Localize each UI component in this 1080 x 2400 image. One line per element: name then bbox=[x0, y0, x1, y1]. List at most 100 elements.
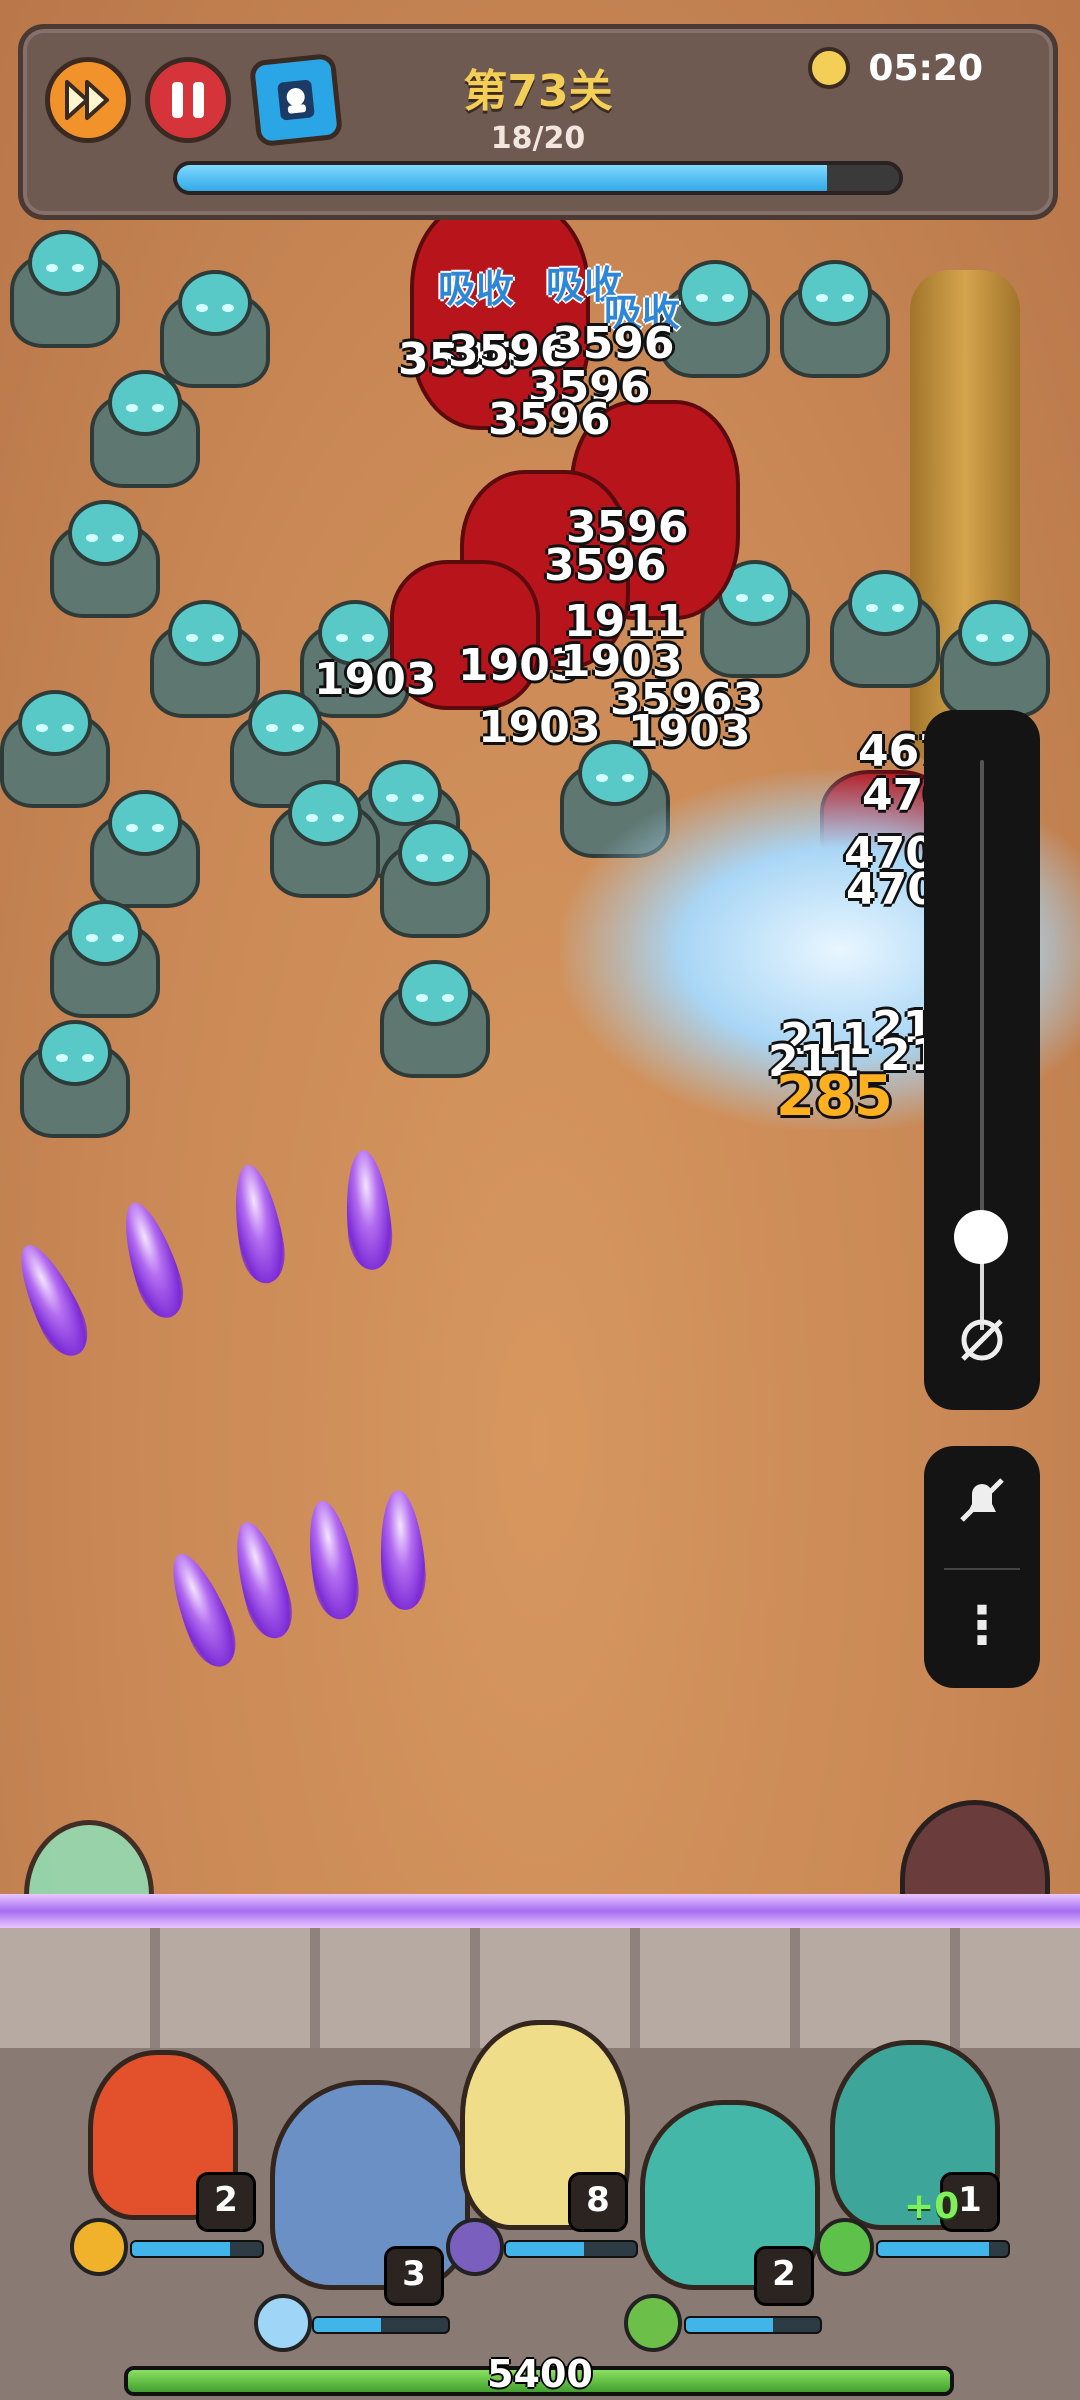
golem-head bbox=[848, 570, 922, 636]
golem-eye bbox=[416, 994, 428, 1002]
hero-hp-fill bbox=[132, 2242, 230, 2256]
golem-head bbox=[248, 690, 322, 756]
golem-eye bbox=[62, 724, 74, 732]
stone-golem-enemy bbox=[380, 960, 490, 1080]
purple-magic-flame bbox=[375, 1488, 429, 1612]
brightness-slider-track[interactable] bbox=[980, 760, 984, 1280]
stone-golem-enemy bbox=[940, 600, 1050, 720]
golem-eye bbox=[866, 604, 878, 612]
hero-level-badge: 2 bbox=[754, 2246, 814, 2306]
golem-eye bbox=[56, 1054, 68, 1062]
damage-number: 3596 bbox=[544, 540, 667, 591]
golem-head bbox=[168, 600, 242, 666]
golem-eye bbox=[152, 824, 164, 832]
golem-eye bbox=[412, 794, 424, 802]
timer: 05:20 bbox=[808, 47, 983, 89]
golem-head bbox=[38, 1020, 112, 1086]
golem-eye bbox=[736, 594, 748, 602]
golem-eye bbox=[362, 634, 374, 642]
hero-hp-bar bbox=[312, 2316, 450, 2334]
golem-head bbox=[28, 230, 102, 296]
hero-level-badge: 8 bbox=[568, 2172, 628, 2232]
panel-divider bbox=[944, 1568, 1020, 1570]
bell-off-icon[interactable] bbox=[952, 1472, 1012, 1532]
golem-eye bbox=[842, 294, 854, 302]
clock-icon bbox=[808, 47, 851, 89]
brightness-slider-knob[interactable] bbox=[954, 1210, 1008, 1264]
stone-golem-enemy bbox=[270, 780, 380, 900]
critical-damage-number: 285 bbox=[776, 1064, 893, 1129]
brightness-panel bbox=[924, 710, 1040, 1410]
golem-eye bbox=[82, 1054, 94, 1062]
damage-number: 1903 bbox=[314, 654, 437, 705]
golem-eye bbox=[212, 634, 224, 642]
golem-head bbox=[288, 780, 362, 846]
wave-progress-text: 18/20 bbox=[490, 121, 586, 156]
golem-eye bbox=[976, 634, 988, 642]
golem-eye bbox=[722, 294, 734, 302]
damage-number: 1903 bbox=[628, 706, 751, 757]
stone-golem-enemy bbox=[50, 900, 160, 1020]
golem-eye bbox=[112, 534, 124, 542]
hero-hp-bar bbox=[684, 2316, 822, 2334]
purple-magic-flame bbox=[6, 1236, 98, 1364]
golem-head bbox=[398, 820, 472, 886]
hero-hp-fill bbox=[878, 2242, 989, 2256]
battle-arena: 吸收 吸收 吸收 3596 3596 3596 3596 3596 3596 3… bbox=[0, 0, 1080, 2400]
purple-magic-flame bbox=[340, 1148, 396, 1272]
golem-eye bbox=[266, 724, 278, 732]
purple-magic-flame bbox=[224, 1516, 300, 1644]
wave-progress-bar bbox=[173, 161, 903, 195]
golem-eye bbox=[442, 994, 454, 1002]
magic-barrier bbox=[0, 1894, 1080, 1928]
golem-eye bbox=[306, 814, 318, 822]
golem-eye bbox=[36, 724, 48, 732]
golem-eye bbox=[416, 854, 428, 862]
base-hp-value: 5400 bbox=[487, 2352, 593, 2396]
eye-off-icon[interactable] bbox=[952, 1310, 1012, 1370]
golem-eye bbox=[126, 824, 138, 832]
golem-eye bbox=[292, 724, 304, 732]
golem-eye bbox=[72, 264, 84, 272]
golem-eye bbox=[86, 934, 98, 942]
purple-magic-flame bbox=[159, 1546, 245, 1674]
golem-eye bbox=[86, 534, 98, 542]
purple-magic-flame bbox=[299, 1497, 365, 1623]
damage-number: 3596 bbox=[488, 394, 611, 445]
stone-golem-enemy bbox=[90, 790, 200, 910]
golem-head bbox=[798, 260, 872, 326]
hero-gain-text: +0 bbox=[904, 2186, 960, 2227]
horn-icon bbox=[446, 2218, 504, 2276]
golem-eye bbox=[186, 634, 198, 642]
damage-number: 1903 bbox=[478, 702, 601, 753]
golem-head bbox=[958, 600, 1032, 666]
hero-hp-bar bbox=[876, 2240, 1010, 2258]
hero-hp-bar bbox=[130, 2240, 264, 2258]
golem-head bbox=[108, 790, 182, 856]
ice-crystal-icon bbox=[254, 2294, 312, 2352]
golem-head bbox=[178, 270, 252, 336]
absorb-label: 吸收 bbox=[438, 267, 515, 311]
timer-text: 05:20 bbox=[868, 47, 983, 89]
golem-eye bbox=[816, 294, 828, 302]
golem-head bbox=[68, 900, 142, 966]
stone-golem-enemy bbox=[90, 370, 200, 490]
golem-eye bbox=[386, 794, 398, 802]
golem-eye bbox=[1002, 634, 1014, 642]
hero-hp-fill bbox=[506, 2242, 584, 2256]
more-vertical-icon[interactable]: ⋮ bbox=[952, 1586, 1012, 1666]
hero-hp-fill bbox=[314, 2318, 381, 2332]
quick-actions-panel: ⋮ bbox=[924, 1446, 1040, 1688]
golem-head bbox=[678, 260, 752, 326]
golem-eye bbox=[696, 294, 708, 302]
golem-head bbox=[398, 960, 472, 1026]
stone-golem-enemy bbox=[830, 570, 940, 690]
golem-head bbox=[18, 690, 92, 756]
golem-eye bbox=[442, 854, 454, 862]
wave-progress-fill bbox=[177, 165, 827, 191]
stone-golem-enemy bbox=[380, 820, 490, 940]
hero-level-badge: 3 bbox=[384, 2246, 444, 2306]
golem-head bbox=[108, 370, 182, 436]
fire-target-icon bbox=[70, 2218, 128, 2276]
stone-golem-enemy bbox=[20, 1020, 130, 1140]
